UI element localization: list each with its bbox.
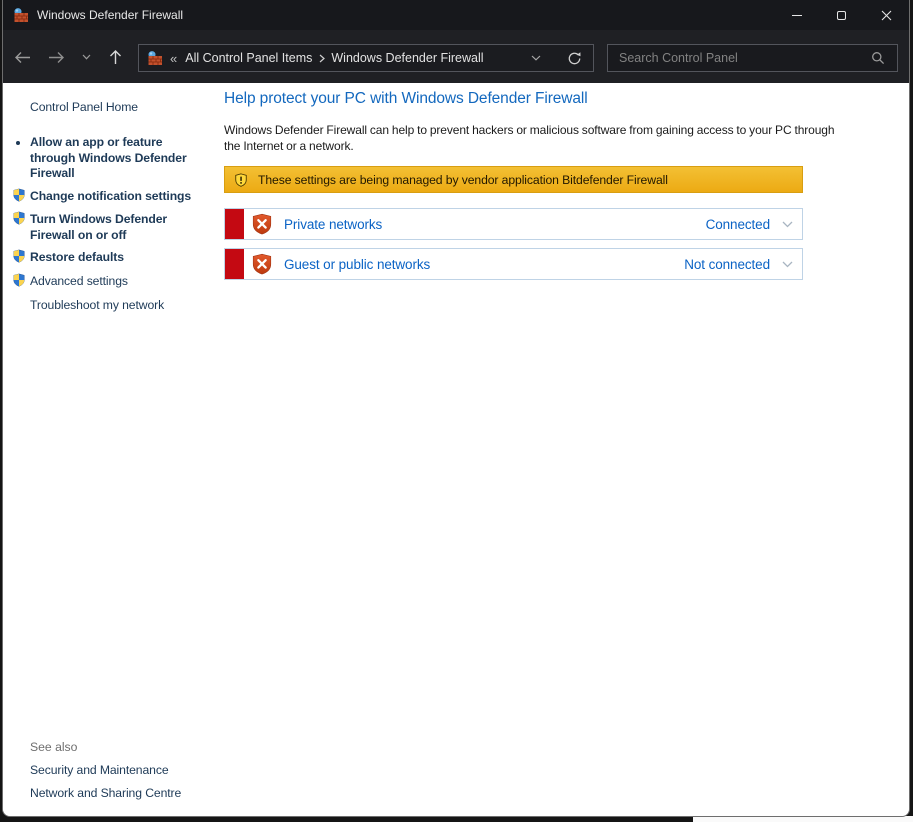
minimize-button[interactable]: [774, 0, 819, 30]
sidebar-item-change-notification-settings[interactable]: Change notification settings: [30, 189, 202, 205]
sidebar-item-advanced-settings[interactable]: Advanced settings: [30, 274, 202, 290]
refresh-button[interactable]: [567, 51, 582, 66]
minimize-icon: [792, 15, 802, 16]
chevron-down-icon: [782, 221, 793, 228]
chevron-right-icon: [319, 54, 325, 63]
back-icon: [14, 51, 31, 64]
app-window: Windows Defender Firewall: [2, 0, 910, 817]
search-box[interactable]: Search Control Panel: [607, 44, 898, 72]
guest-public-networks-expander[interactable]: Guest or public networks Not connected: [224, 248, 803, 280]
network-status: Connected: [706, 217, 770, 232]
up-button[interactable]: [101, 43, 129, 71]
breadcrumb-item-all-control-panel-items[interactable]: All Control Panel Items: [185, 51, 312, 65]
link-network-and-sharing-centre[interactable]: Network and Sharing Centre: [30, 786, 181, 800]
network-label: Guest or public networks: [284, 257, 430, 272]
chevron-down-icon: [782, 261, 793, 268]
search-icon[interactable]: [871, 51, 885, 65]
page-description: Windows Defender Firewall can help to pr…: [224, 122, 846, 154]
sidebar-item-allow-app[interactable]: Allow an app or feature through Windows …: [30, 135, 202, 182]
close-icon: [881, 10, 892, 21]
link-security-and-maintenance[interactable]: Security and Maintenance: [30, 763, 169, 777]
firewall-icon: [13, 7, 29, 23]
uac-shield-icon: [12, 273, 26, 287]
breadcrumb-item-windows-defender-firewall[interactable]: Windows Defender Firewall: [331, 51, 483, 65]
private-networks-expander[interactable]: Private networks Connected: [224, 208, 803, 240]
sidebar-item-restore-defaults[interactable]: Restore defaults: [30, 250, 202, 266]
up-icon: [109, 49, 122, 65]
error-shield-icon: [251, 213, 273, 235]
alert-red-bar: [225, 249, 244, 279]
breadcrumb-overflow-icon[interactable]: «: [170, 51, 177, 66]
error-shield-icon: [251, 253, 273, 275]
content-area: Control Panel Home Allow an app or featu…: [3, 83, 909, 816]
address-bar[interactable]: « All Control Panel Items Windows Defend…: [138, 44, 594, 72]
sidebar-item-control-panel-home[interactable]: Control Panel Home: [30, 100, 202, 116]
search-input[interactable]: Search Control Panel: [619, 51, 871, 65]
recent-pages-button[interactable]: [75, 43, 97, 71]
warning-badge-icon: [234, 173, 248, 187]
alert-red-bar: [225, 209, 244, 239]
network-status: Not connected: [684, 257, 770, 272]
window-title: Windows Defender Firewall: [37, 8, 183, 22]
chevron-down-icon: [82, 54, 91, 60]
network-label: Private networks: [284, 217, 382, 232]
forward-button[interactable]: [41, 43, 71, 71]
sidebar-item-turn-firewall-on-off[interactable]: Turn Windows Defender Firewall on or off: [30, 212, 202, 243]
maximize-button[interactable]: [819, 0, 864, 30]
maximize-icon: [837, 11, 846, 20]
back-button[interactable]: [7, 43, 37, 71]
uac-shield-icon: [12, 211, 26, 225]
page-title: Help protect your PC with Windows Defend…: [224, 90, 588, 108]
window-controls: [774, 0, 909, 30]
sidebar-item-troubleshoot-network[interactable]: Troubleshoot my network: [30, 298, 202, 314]
refresh-icon: [567, 51, 582, 66]
close-button[interactable]: [864, 0, 909, 30]
uac-shield-icon: [12, 188, 26, 202]
navigation-bar: « All Control Panel Items Windows Defend…: [3, 30, 909, 83]
vendor-warning-text: These settings are being managed by vend…: [258, 173, 668, 187]
forward-icon: [48, 51, 65, 64]
firewall-icon: [147, 50, 163, 66]
see-also-header: See also: [30, 740, 77, 754]
vendor-warning-banner: These settings are being managed by vend…: [224, 166, 803, 193]
title-bar: Windows Defender Firewall: [3, 0, 909, 30]
address-dropdown-button[interactable]: [531, 55, 541, 61]
chevron-down-icon: [531, 55, 541, 61]
selected-bullet-icon: [16, 141, 20, 145]
uac-shield-icon: [12, 249, 26, 263]
